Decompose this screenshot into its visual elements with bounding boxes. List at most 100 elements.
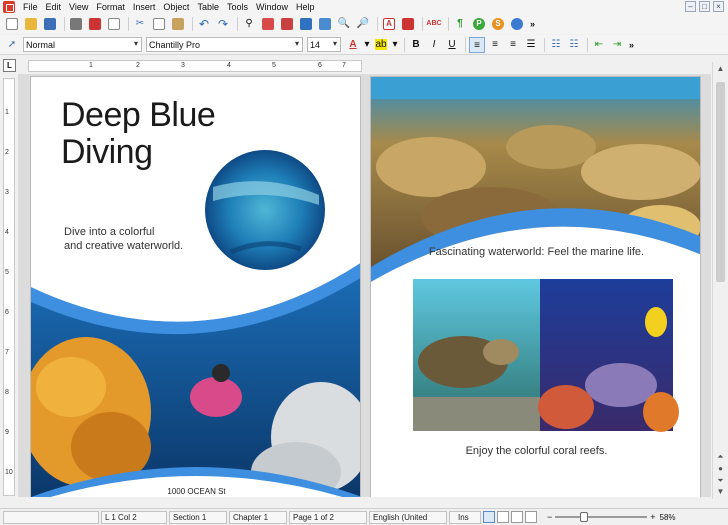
paragraph-style-select[interactable]: Normal ▾ (23, 37, 142, 52)
status-insert-mode[interactable]: Ins (449, 510, 481, 524)
toolbar-separator (404, 37, 405, 52)
scroll-up-icon[interactable]: ▲ (715, 64, 726, 73)
ext-blue-button[interactable] (509, 16, 525, 32)
title-line-2: Diving (61, 133, 153, 171)
menu-object[interactable]: Object (159, 0, 193, 14)
print-button[interactable] (68, 16, 84, 32)
zoom-level[interactable]: 58% (660, 513, 676, 522)
toolbar-overflow-button[interactable]: » (629, 40, 634, 50)
export-pdf-button[interactable] (87, 16, 103, 32)
justify-button[interactable]: ☰ (523, 37, 539, 53)
toolbar-overflow-button[interactable]: » (530, 19, 535, 29)
menu-format[interactable]: Format (92, 0, 129, 14)
tab-stop-selector[interactable]: L (3, 59, 16, 72)
italic-button[interactable]: I (426, 37, 442, 53)
ext-green-button[interactable]: P (471, 16, 487, 32)
spellcheck-button[interactable]: ABC (426, 16, 442, 32)
zoom-in-button[interactable]: + (650, 512, 655, 522)
zoom-page-icon: 🔎 (356, 18, 370, 29)
toolbar-separator (237, 17, 238, 31)
ext-orange-button[interactable]: S (490, 16, 506, 32)
horizontal-ruler[interactable]: 1 2 3 4 5 6 7 (28, 60, 362, 72)
bulleted-list-button[interactable]: ☷ (566, 37, 582, 53)
zoom-out-button[interactable]: − (547, 512, 552, 522)
page-1[interactable]: Deep Blue Diving Dive into a colorful an… (30, 76, 361, 497)
paragraph-marks-button[interactable]: ¶ (452, 16, 468, 32)
insert-chart-button[interactable] (260, 16, 276, 32)
document-workspace[interactable]: Deep Blue Diving Dive into a colorful an… (18, 74, 711, 497)
highlight-dropdown[interactable]: ▾ (391, 37, 399, 53)
font-color-button[interactable]: A (345, 37, 361, 53)
maximize-button[interactable]: □ (699, 1, 710, 12)
minimize-button[interactable]: – (685, 1, 696, 12)
previous-page-icon[interactable]: ⏶ (715, 452, 726, 462)
close-button[interactable]: × (713, 1, 724, 12)
zoom-button[interactable]: 🔍 (336, 16, 352, 32)
vertical-scrollbar[interactable]: ▲ ⏶ ● ⏷ ▼ (712, 62, 728, 499)
toolbar-separator (377, 17, 378, 31)
vertical-ruler[interactable]: 1 2 3 4 5 6 7 8 9 10 (3, 78, 15, 496)
font-size-select[interactable]: 14 ▾ (307, 37, 341, 52)
ruler-number: 4 (227, 62, 231, 69)
menu-file[interactable]: File (19, 0, 42, 14)
align-right-button[interactable]: ≡ (505, 37, 521, 53)
menu-insert[interactable]: Insert (129, 0, 160, 14)
chevron-down-icon: ▾ (294, 39, 299, 48)
underline-button[interactable]: U (444, 37, 460, 53)
insert-picture-button[interactable] (317, 16, 333, 32)
text-frame-button[interactable]: A (381, 16, 397, 32)
scroll-down-icon[interactable]: ▼ (715, 487, 726, 496)
align-left-button[interactable]: ≡ (469, 36, 485, 53)
open-button[interactable] (23, 16, 39, 32)
save-button[interactable] (42, 16, 58, 32)
new-document-button[interactable] (4, 16, 20, 32)
cut-button[interactable]: ✂ (132, 16, 148, 32)
page-view-icon[interactable] (497, 511, 509, 523)
font-name-select[interactable]: Chantilly Pro ▾ (146, 37, 303, 52)
menu-view[interactable]: View (65, 0, 92, 14)
object-button[interactable] (400, 16, 416, 32)
copy-button[interactable] (151, 16, 167, 32)
bold-button[interactable]: B (408, 37, 424, 53)
zoom-slider-knob[interactable] (580, 512, 589, 522)
status-language[interactable]: English (United (369, 510, 447, 524)
next-page-icon[interactable]: ⏷ (715, 476, 726, 486)
page-2[interactable]: Fascinating waterworld: Feel the marine … (370, 76, 701, 497)
undo-button[interactable]: ↶ (196, 16, 212, 32)
browse-object-icon[interactable]: ● (715, 464, 726, 473)
highlight-button[interactable]: ab (373, 37, 389, 53)
zoom-slider[interactable] (555, 511, 648, 523)
print-preview-button[interactable] (106, 16, 122, 32)
find-button[interactable]: ⚲ (241, 16, 257, 32)
menu-tools[interactable]: Tools (223, 0, 252, 14)
decrease-indent-button[interactable]: ⇤ (591, 37, 607, 53)
chevron-down-icon: ▾ (392, 38, 398, 50)
outline-view-icon[interactable] (511, 511, 523, 523)
ruler-number: 6 (318, 62, 322, 69)
redo-button[interactable]: ↷ (215, 16, 231, 32)
numbered-list-icon: ☷ (551, 38, 561, 50)
align-center-button[interactable]: ≡ (487, 37, 503, 53)
zoom-page-button[interactable]: 🔎 (355, 16, 371, 32)
table-icon (281, 18, 293, 30)
indent-increase-icon: ⇥ (612, 38, 622, 50)
increase-indent-button[interactable]: ⇥ (609, 37, 625, 53)
numbered-list-button[interactable]: ☷ (548, 37, 564, 53)
paste-button[interactable] (170, 16, 186, 32)
menu-edit[interactable]: Edit (42, 0, 66, 14)
pointer-icon: ➚ (7, 38, 17, 50)
select-pointer-button[interactable]: ➚ (4, 37, 20, 53)
menu-help[interactable]: Help (292, 0, 319, 14)
master-page-view-icon[interactable] (525, 511, 537, 523)
insert-frame-button[interactable] (298, 16, 314, 32)
toolbar-separator (64, 17, 65, 31)
font-color-dropdown[interactable]: ▾ (363, 37, 371, 53)
scrollbar-thumb[interactable] (716, 82, 725, 282)
menu-window[interactable]: Window (252, 0, 292, 14)
insert-table-button[interactable] (279, 16, 295, 32)
ruler-number: 6 (5, 309, 9, 316)
menu-table[interactable]: Table (193, 0, 223, 14)
toolbar-separator (422, 17, 423, 31)
normal-view-icon[interactable] (483, 511, 495, 523)
menu-bar: File Edit View Format Insert Object Tabl… (0, 0, 728, 14)
